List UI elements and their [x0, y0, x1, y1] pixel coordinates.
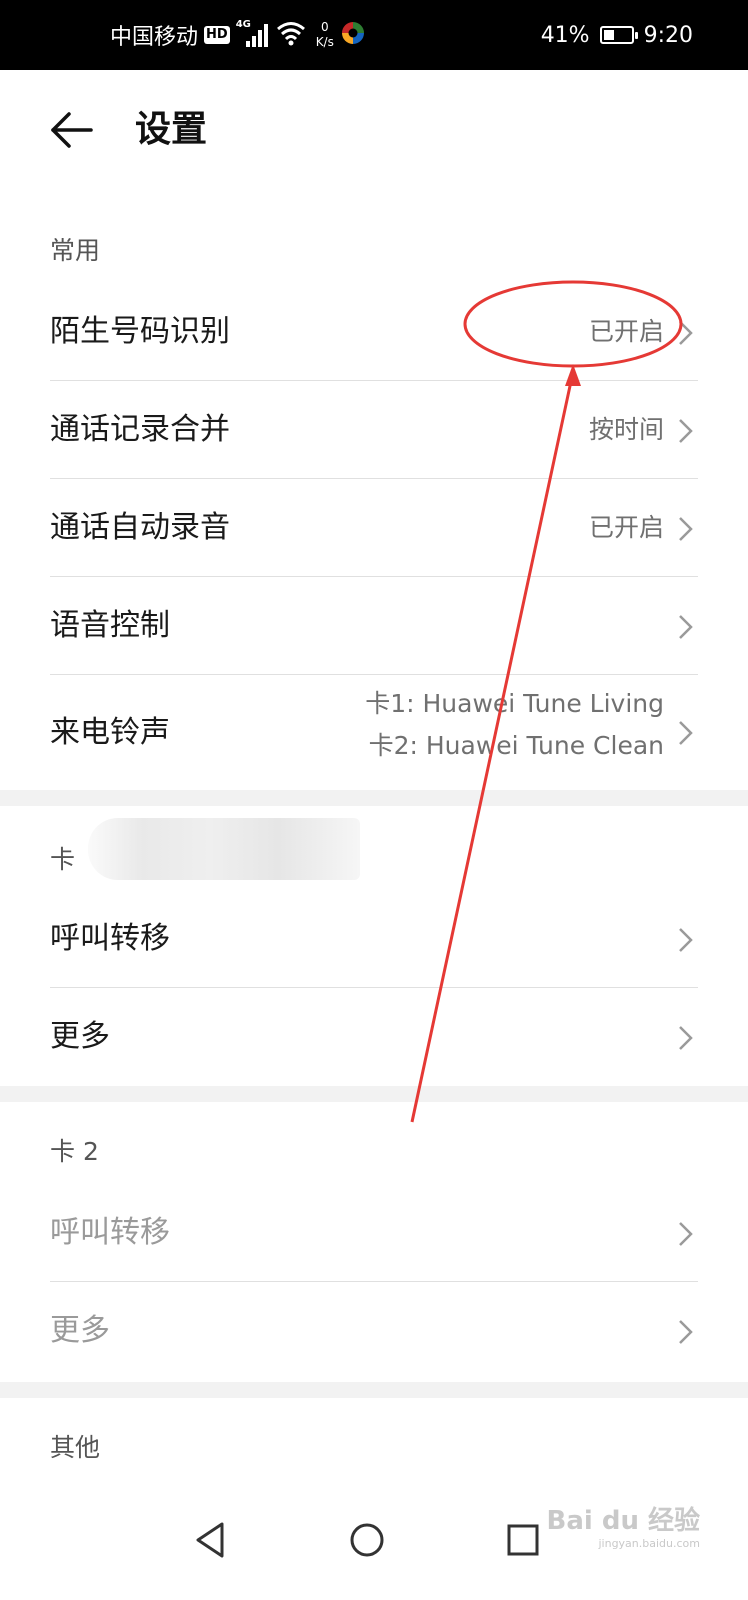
row-voice-control[interactable]: 语音控制: [50, 577, 698, 675]
status-right: 41% 9:20: [541, 0, 693, 70]
nav-home-button[interactable]: [337, 1510, 397, 1570]
row-label: 来电铃声: [50, 715, 170, 750]
status-left: 中国移动 HD 4G 0 K/s: [110, 0, 366, 70]
chevron-right-icon: [679, 1222, 693, 1246]
page-title: 设置: [135, 109, 208, 150]
row-call-log-merge[interactable]: 通话记录合并 按时间: [50, 381, 698, 479]
row-label: 呼叫转移: [50, 921, 170, 956]
wifi-icon: [276, 20, 306, 50]
battery-percent: 41%: [540, 22, 590, 48]
section-separator: [0, 790, 748, 806]
row-more-card2[interactable]: 更多: [50, 1282, 698, 1380]
hd-icon: HD: [204, 26, 230, 44]
row-value: 按时间: [588, 415, 664, 444]
section-heading: 常用: [50, 236, 101, 265]
recents-square-icon: [507, 1524, 539, 1556]
section-separator: [0, 1086, 748, 1102]
ringtone-card2: 卡2: Huawei Tune Clean: [368, 731, 664, 760]
app-header: 设置: [0, 70, 748, 185]
row-auto-call-recording[interactable]: 通话自动录音 已开启: [50, 479, 698, 577]
chevron-right-icon: [679, 721, 693, 745]
section-other: 其他: [0, 1398, 748, 1480]
section-separator: [0, 1382, 748, 1398]
row-unknown-number-identification[interactable]: 陌生号码识别 已开启: [50, 283, 698, 381]
row-value: 已开启: [588, 513, 664, 542]
signal-icon: 4G: [236, 19, 270, 51]
row-label: 语音控制: [50, 608, 170, 643]
section-common: 常用 陌生号码识别 已开启 通话记录合并 按时间 通话自动录音 已开启 语音控制…: [0, 185, 748, 790]
row-value: 卡1: Huawei Tune Living 卡2: Huawei Tune C…: [365, 683, 664, 767]
row-label: 通话自动录音: [50, 510, 230, 545]
chevron-right-icon: [679, 928, 693, 952]
row-label: 通话记录合并: [50, 412, 230, 447]
section-heading: 卡: [50, 845, 76, 874]
row-ringtone[interactable]: 来电铃声 卡1: Huawei Tune Living 卡2: Huawei T…: [50, 675, 698, 790]
chevron-right-icon: [679, 517, 693, 541]
watermark-brand: Bai du 经验: [546, 1506, 701, 1536]
back-triangle-icon: [196, 1522, 224, 1558]
chevron-right-icon: [679, 615, 693, 639]
row-call-forwarding-card1[interactable]: 呼叫转移: [50, 890, 698, 988]
row-call-forwarding-card2[interactable]: 呼叫转移: [50, 1184, 698, 1282]
row-value: 已开启: [588, 317, 664, 346]
row-label: 呼叫转移: [50, 1215, 170, 1250]
status-bar: 中国移动 HD 4G 0 K/s 41% 9:20: [0, 0, 748, 70]
clock: 9:20: [643, 22, 693, 48]
row-label: 陌生号码识别: [50, 314, 230, 349]
row-label: 更多: [50, 1313, 110, 1348]
back-button[interactable]: [45, 102, 101, 158]
battery-icon: [599, 26, 638, 44]
row-label: 更多: [50, 1019, 110, 1054]
network-type: 4G: [235, 19, 251, 30]
speed-unit: K/s: [315, 35, 334, 49]
chevron-right-icon: [679, 1026, 693, 1050]
section-heading: 其他: [50, 1433, 101, 1462]
speed-value: 0: [320, 20, 329, 34]
nav-back-button[interactable]: [180, 1510, 240, 1570]
watermark-url: jingyan.baidu.com: [598, 1537, 700, 1550]
nav-recents-button[interactable]: [493, 1510, 553, 1570]
app-icon: [340, 20, 366, 50]
section-heading: 卡 2: [50, 1137, 99, 1166]
carrier-name: 中国移动: [110, 25, 199, 50]
watermark: Bai du 经验 jingyan.baidu.com: [547, 1500, 701, 1550]
chevron-right-icon: [679, 419, 693, 443]
network-speed: 0 K/s: [316, 20, 334, 50]
ringtone-card1: 卡1: Huawei Tune Living: [365, 689, 664, 718]
section-card2: 卡 2 呼叫转移 更多: [0, 1102, 748, 1382]
redacted-card-name: [88, 818, 360, 880]
row-more-card1[interactable]: 更多: [50, 988, 698, 1086]
back-arrow-icon: [51, 112, 93, 148]
chevron-right-icon: [679, 321, 693, 345]
home-circle-icon: [350, 1523, 384, 1557]
chevron-right-icon: [679, 1320, 693, 1344]
battery-fill: [603, 30, 615, 40]
